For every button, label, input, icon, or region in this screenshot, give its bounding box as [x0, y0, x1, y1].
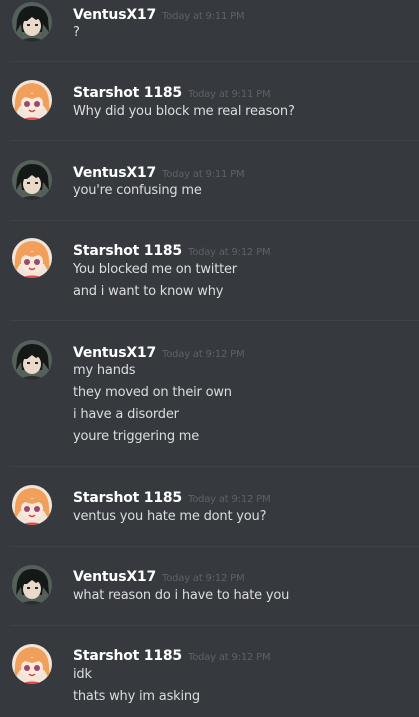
timestamp: Today at 9:12 PM: [162, 573, 245, 584]
message-text: ventus you hate me dont you?: [73, 509, 267, 524]
message-text: you're confusing me: [73, 183, 202, 198]
message-text: and i want to know why: [73, 284, 224, 299]
message-header: VentusX17 Today at 9:12 PM: [73, 566, 245, 585]
message-divider: [10, 625, 419, 626]
message-text: idk: [73, 667, 92, 682]
message-divider: [10, 320, 419, 321]
timestamp: Today at 9:12 PM: [162, 349, 245, 360]
message-header: VentusX17 Today at 9:11 PM: [73, 162, 245, 181]
message-text: my hands: [73, 363, 136, 378]
timestamp: Today at 9:11 PM: [187, 89, 271, 100]
message-text: i have a disorder: [73, 407, 179, 422]
message-text: youre triggering me: [73, 429, 200, 444]
timestamp: Today at 9:12 PM: [187, 494, 271, 505]
message-header: VentusX17 Today at 9:12 PM: [73, 342, 245, 361]
message-text: they moved on their own: [73, 385, 232, 400]
orange-haired-avatar-icon[interactable]: [12, 485, 52, 525]
message-divider: [10, 220, 419, 221]
username[interactable]: Starshot 1185: [73, 490, 182, 506]
message-text: You blocked me on twitter: [73, 262, 237, 277]
message-header: Starshot 1185 Today at 9:12 PM: [73, 487, 271, 506]
orange-haired-avatar-icon[interactable]: [12, 644, 52, 684]
message-divider: [10, 466, 419, 467]
username[interactable]: VentusX17: [73, 165, 156, 181]
message-divider: [10, 140, 419, 141]
username[interactable]: Starshot 1185: [73, 243, 182, 259]
message-text: what reason do i have to hate you: [73, 588, 290, 603]
dark-haired-avatar-icon[interactable]: [12, 565, 52, 605]
username[interactable]: Starshot 1185: [73, 85, 182, 101]
timestamp: Today at 9:12 PM: [187, 247, 271, 258]
username[interactable]: VentusX17: [73, 345, 156, 361]
timestamp: Today at 9:12 PM: [187, 652, 271, 663]
timestamp: Today at 9:11 PM: [162, 169, 245, 180]
dark-haired-avatar-icon[interactable]: [12, 340, 52, 380]
message-text: thats why im asking: [73, 689, 200, 704]
orange-haired-avatar-icon[interactable]: [12, 80, 52, 120]
message-divider: [10, 61, 419, 62]
message-text: Why did you block me real reason?: [73, 104, 295, 119]
message-header: Starshot 1185 Today at 9:11 PM: [73, 82, 271, 101]
username[interactable]: VentusX17: [73, 7, 156, 23]
dark-haired-avatar-icon[interactable]: [12, 2, 52, 42]
orange-haired-avatar-icon[interactable]: [12, 238, 52, 278]
dark-haired-avatar-icon[interactable]: [12, 160, 52, 200]
username[interactable]: Starshot 1185: [73, 648, 182, 664]
message-header: VentusX17 Today at 9:11 PM: [73, 4, 245, 23]
message-header: Starshot 1185 Today at 9:12 PM: [73, 645, 271, 664]
username[interactable]: VentusX17: [73, 569, 156, 585]
message-divider: [10, 546, 419, 547]
message-header: Starshot 1185 Today at 9:12 PM: [73, 240, 271, 259]
timestamp: Today at 9:11 PM: [162, 11, 245, 22]
message-text: ?: [73, 25, 80, 40]
